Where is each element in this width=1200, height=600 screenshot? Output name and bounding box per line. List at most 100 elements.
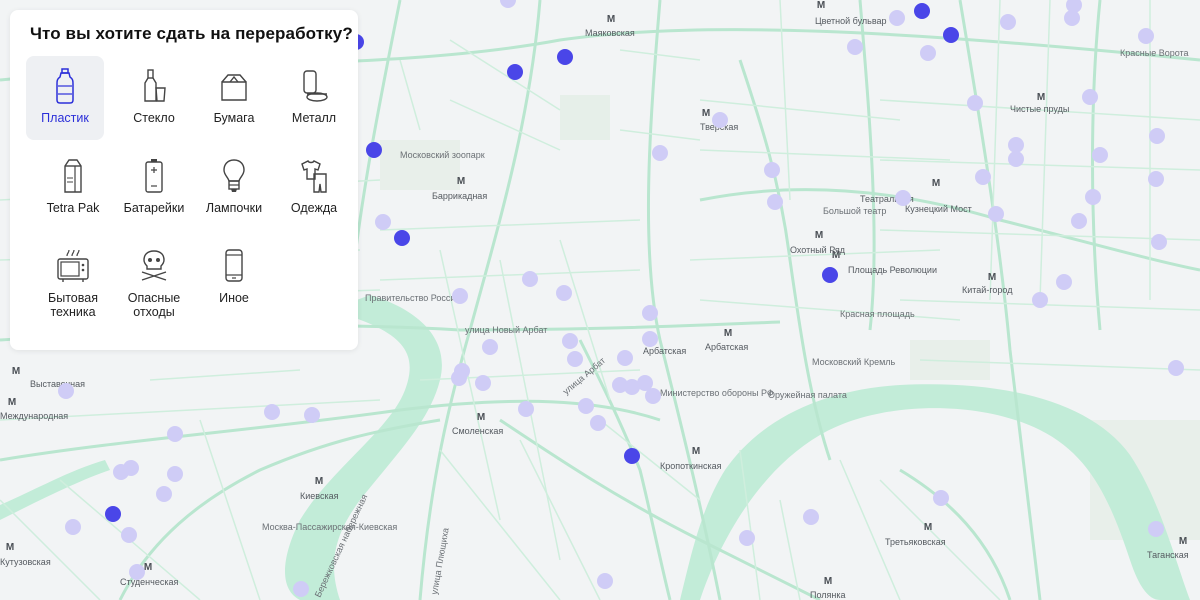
recycling-point[interactable] — [933, 490, 949, 506]
recycling-point[interactable] — [597, 573, 613, 589]
lightbulb-icon — [223, 159, 245, 192]
recycling-point[interactable] — [522, 271, 538, 287]
recycling-point[interactable] — [1000, 14, 1016, 30]
metro-label-studencheskaya: Студенческая — [120, 577, 178, 587]
metro-label-barrikadnaya: Баррикадная — [432, 191, 487, 201]
metro-label-tretyakovskaya: Третьяковская — [885, 537, 946, 547]
park-area — [560, 95, 610, 140]
recycling-point[interactable] — [1032, 292, 1048, 308]
recycling-point[interactable] — [167, 466, 183, 482]
place-label-red-square: Красная площадь — [840, 309, 915, 319]
recycling-point-active[interactable] — [943, 27, 959, 43]
category-plastic[interactable]: Пластик — [26, 56, 104, 140]
recycling-point[interactable] — [167, 426, 183, 442]
recycling-point[interactable] — [1138, 28, 1154, 44]
recycling-point[interactable] — [975, 169, 991, 185]
category-panel: Что вы хотите сдать на переработку? Плас… — [10, 10, 358, 350]
recycling-point[interactable] — [578, 398, 594, 414]
recycling-point[interactable] — [847, 39, 863, 55]
recycling-point-active[interactable] — [366, 142, 382, 158]
recycling-point[interactable] — [967, 95, 983, 111]
metro-label-chistye-prudy: Чистые пруды — [1010, 104, 1069, 114]
category-hazardous[interactable]: Опасные отходы — [115, 236, 193, 320]
recycling-point[interactable] — [304, 407, 320, 423]
recycling-point[interactable] — [375, 214, 391, 230]
recycling-point[interactable] — [617, 350, 633, 366]
recycling-point[interactable] — [1085, 189, 1101, 205]
recycling-point[interactable] — [1008, 137, 1024, 153]
metro-label-mezhdunarodnaya: Международная — [0, 411, 68, 421]
recycling-point[interactable] — [518, 401, 534, 417]
category-lightbulbs[interactable]: Лампочки — [195, 146, 273, 230]
recycling-point[interactable] — [1148, 521, 1164, 537]
category-batteries[interactable]: Батарейки — [115, 146, 193, 230]
metro-label-arbatskaya-1: Арбатская — [643, 346, 686, 356]
recycling-point[interactable] — [1056, 274, 1072, 290]
recycling-point[interactable] — [113, 464, 129, 480]
metro-label-kuznetsky: Кузнецкий Мост — [905, 204, 972, 214]
recycling-point[interactable] — [1151, 234, 1167, 250]
recycling-point-active[interactable] — [105, 506, 121, 522]
recycling-point[interactable] — [556, 285, 572, 301]
recycling-point-active[interactable] — [507, 64, 523, 80]
recycling-point[interactable] — [1071, 213, 1087, 229]
recycling-point[interactable] — [803, 509, 819, 525]
recycling-point[interactable] — [739, 530, 755, 546]
recycling-point[interactable] — [475, 375, 491, 391]
category-label: Пластик — [41, 111, 89, 125]
recycling-point[interactable] — [121, 527, 137, 543]
metal-can-icon — [303, 70, 328, 102]
recycling-point[interactable] — [645, 388, 661, 404]
metro-icon: M — [477, 412, 485, 423]
recycling-point[interactable] — [590, 415, 606, 431]
category-paper[interactable]: Бумага — [195, 56, 273, 140]
metro-label-smolenskaya: Смоленская — [452, 426, 503, 436]
street-label-novy-arbat: улица Новый Арбат — [465, 325, 547, 335]
recycling-point[interactable] — [293, 581, 309, 597]
recycling-point[interactable] — [567, 351, 583, 367]
recycling-point[interactable] — [1092, 147, 1108, 163]
recycling-point-active[interactable] — [822, 267, 838, 283]
place-label-mod: Министерство обороны РФ — [660, 388, 774, 398]
recycling-point[interactable] — [889, 10, 905, 26]
category-other[interactable]: Иное — [195, 236, 273, 320]
recycling-point[interactable] — [1008, 151, 1024, 167]
recycling-point[interactable] — [1149, 128, 1165, 144]
recycling-point[interactable] — [642, 305, 658, 321]
recycling-point[interactable] — [712, 112, 728, 128]
recycling-point[interactable] — [642, 331, 658, 347]
recycling-point[interactable] — [1082, 89, 1098, 105]
recycling-point[interactable] — [452, 288, 468, 304]
recycling-point[interactable] — [895, 190, 911, 206]
recycling-point[interactable] — [767, 194, 783, 210]
recycling-point-active[interactable] — [394, 230, 410, 246]
recycling-point[interactable] — [1148, 171, 1164, 187]
category-clothes[interactable]: Одежда — [275, 146, 353, 230]
place-label-government: Правительство России — [365, 293, 460, 303]
recycling-point-active[interactable] — [624, 448, 640, 464]
recycling-point-active[interactable] — [914, 3, 930, 19]
category-glass[interactable]: Стекло — [115, 56, 193, 140]
recycling-point[interactable] — [451, 370, 467, 386]
metro-icon: M — [1179, 536, 1187, 547]
recycling-point[interactable] — [652, 145, 668, 161]
recycling-point[interactable] — [156, 486, 172, 502]
metro-label-kropotkinskaya: Кропоткинская — [660, 461, 722, 471]
recycling-point-active[interactable] — [557, 49, 573, 65]
category-tetra-pak[interactable]: Tetra Pak — [34, 146, 112, 230]
battery-icon — [145, 159, 163, 193]
recycling-point[interactable] — [562, 333, 578, 349]
category-appliances[interactable]: Бытовая техника — [34, 236, 112, 320]
recycling-point[interactable] — [129, 564, 145, 580]
recycling-point[interactable] — [264, 404, 280, 420]
hazard-skull-icon — [141, 250, 167, 281]
recycling-point[interactable] — [58, 383, 74, 399]
recycling-point[interactable] — [65, 519, 81, 535]
category-metal[interactable]: Металл — [275, 56, 353, 140]
recycling-point[interactable] — [920, 45, 936, 61]
recycling-point[interactable] — [1168, 360, 1184, 376]
metro-label-polyanka: Полянка — [810, 590, 846, 600]
recycling-point[interactable] — [988, 206, 1004, 222]
recycling-point[interactable] — [764, 162, 780, 178]
recycling-point[interactable] — [482, 339, 498, 355]
